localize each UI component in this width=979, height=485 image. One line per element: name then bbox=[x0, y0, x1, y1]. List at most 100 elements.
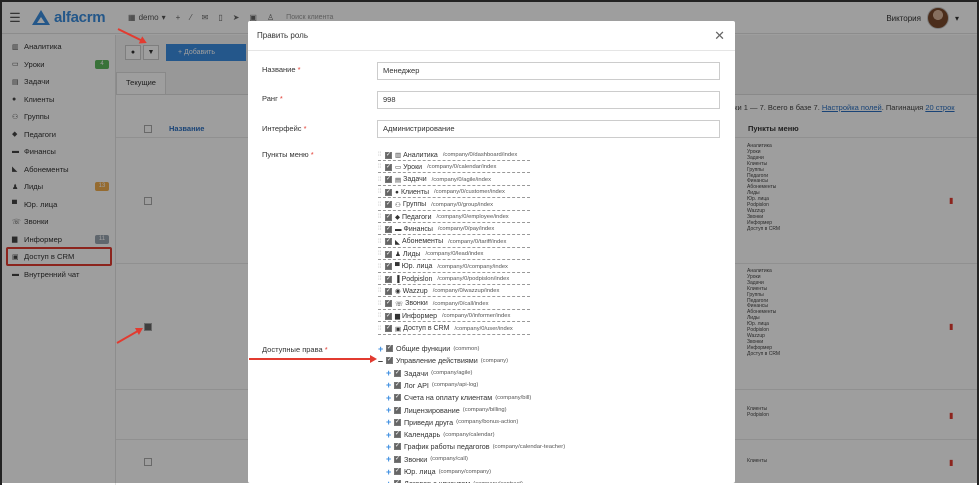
expand-icon[interactable]: + bbox=[386, 454, 394, 464]
menu-items-label: Пункты меню * bbox=[262, 150, 314, 159]
rights-tree-item[interactable]: + График работы педагогов(company/calenda… bbox=[386, 441, 565, 452]
drag-handle-icon[interactable]: ⁞⁞ bbox=[378, 326, 385, 332]
checkbox-checked[interactable] bbox=[385, 151, 392, 159]
drag-handle-icon[interactable]: ⁞⁞ bbox=[378, 239, 385, 245]
rights-tree-item[interactable]: + Лог API(company/api-log) bbox=[386, 380, 478, 391]
menu-item-row[interactable]: ⁞⁞ ▤Задачи/company/0/agile/index bbox=[378, 175, 530, 186]
close-icon[interactable]: ✕ bbox=[714, 28, 725, 44]
menu-item-row[interactable]: ⁞⁞ ◣Абонементы/company/0/tariff/index bbox=[378, 237, 530, 248]
menu-item-row[interactable]: ⁞⁞ ▆Информер/company/0/informer/index bbox=[378, 311, 530, 323]
checkbox-checked[interactable] bbox=[394, 467, 401, 475]
menu-item-path: /company/0/company/index bbox=[437, 263, 508, 270]
interface-label: Интерфейс * bbox=[262, 124, 307, 133]
checkbox-checked[interactable] bbox=[385, 275, 392, 283]
menu-item-label: Клиенты bbox=[400, 188, 430, 196]
rights-tree-item[interactable]: + Календарь(company/calendar) bbox=[386, 429, 495, 440]
checkbox-checked[interactable] bbox=[385, 287, 392, 295]
expand-icon[interactable]: + bbox=[386, 467, 394, 477]
rights-tree-item[interactable]: + Договор с клиентом(company/contract) bbox=[386, 478, 523, 483]
drag-handle-icon[interactable]: ⁞⁞ bbox=[378, 177, 385, 183]
checkbox-checked[interactable] bbox=[386, 356, 393, 365]
checkbox-checked[interactable] bbox=[394, 381, 401, 389]
menu-item-label: Аналитика bbox=[403, 151, 438, 159]
drag-handle-icon[interactable]: ⁞⁞ bbox=[378, 288, 385, 294]
checkbox-checked[interactable] bbox=[394, 393, 401, 402]
expand-icon[interactable]: + bbox=[386, 430, 394, 440]
menu-item-row[interactable]: ⁞⁞ ●Клиенты/company/0/customer/index bbox=[378, 187, 530, 199]
checkbox-checked[interactable] bbox=[394, 418, 401, 426]
drag-handle-icon[interactable]: ⁞⁞ bbox=[378, 164, 385, 170]
menu-item-row[interactable]: ⁞⁞ ▣Доступ в CRM/company/0/user/index bbox=[378, 324, 530, 335]
checkbox-checked[interactable] bbox=[385, 163, 392, 171]
modal-title: Править роль bbox=[257, 31, 308, 40]
menu-item-row[interactable]: ⁞⁞ ☏Звонки/company/0/call/index bbox=[378, 299, 530, 310]
menu-item-row[interactable]: ⁞⁞ ◆Педагоги/company/0/employee/index bbox=[378, 212, 530, 223]
right-system-name: (company/bonus-action) bbox=[456, 419, 519, 426]
menu-item-row[interactable]: ⁞⁞ ♟Лиды/company/0/lead/index bbox=[378, 249, 530, 261]
menu-item-path: /company/0/tariff/index bbox=[448, 238, 507, 245]
expand-icon[interactable]: + bbox=[386, 405, 394, 415]
checkbox-checked[interactable] bbox=[394, 479, 401, 483]
interface-select[interactable]: Администрирование bbox=[377, 120, 720, 138]
menu-item-path: /company/0/dashboard/index bbox=[442, 152, 518, 158]
checkbox-checked[interactable] bbox=[394, 442, 401, 451]
rights-tree-item[interactable]: + Лицензирование(company/billing) bbox=[386, 405, 507, 416]
checkbox-checked[interactable] bbox=[394, 430, 401, 439]
drag-handle-icon[interactable]: ⁞⁞ bbox=[378, 226, 385, 232]
checkbox-checked[interactable] bbox=[385, 250, 392, 258]
menu-item-row[interactable]: ⁞⁞ ◉Wazzup/company/0/wazzup/index bbox=[378, 286, 530, 298]
checkbox-checked[interactable] bbox=[385, 262, 392, 271]
rights-tree-item[interactable]: + Приведи друга(company/bonus-action) bbox=[386, 417, 518, 428]
rights-tree-item[interactable]: –Управление действиями(company) bbox=[378, 355, 508, 366]
menu-item-row[interactable]: ⁞⁞ ▥Аналитика/company/0/dashboard/index bbox=[378, 150, 530, 161]
collapse-icon[interactable]: – bbox=[378, 356, 386, 366]
checkbox-checked[interactable] bbox=[385, 299, 392, 308]
checkbox-checked[interactable] bbox=[385, 213, 392, 221]
label-text: Название bbox=[262, 65, 296, 74]
group-icon: ⚇ bbox=[395, 201, 401, 209]
drag-handle-icon[interactable]: ⁞⁞ bbox=[378, 276, 385, 282]
menu-item-path: /company/0/calendar/index bbox=[427, 164, 497, 171]
rights-tree-item[interactable]: + Юр. лица(company/company) bbox=[386, 466, 491, 477]
expand-icon[interactable]: + bbox=[386, 368, 394, 378]
drag-handle-icon[interactable]: ⁞⁞ bbox=[378, 202, 385, 208]
rights-tree-item[interactable]: + Общие функции(common) bbox=[378, 343, 479, 354]
right-system-name: (company/api-log) bbox=[431, 382, 479, 389]
menu-item-row[interactable]: ⁞⁞ ⚇Группы/company/0/group/index bbox=[378, 200, 530, 211]
drag-handle-icon[interactable]: ⁞⁞ bbox=[378, 251, 385, 257]
checkbox-checked[interactable] bbox=[394, 369, 401, 377]
drag-handle-icon[interactable]: ⁞⁞ bbox=[378, 214, 385, 220]
checkbox-checked[interactable] bbox=[385, 188, 392, 196]
checkbox-checked[interactable] bbox=[386, 344, 393, 352]
checkbox-checked[interactable] bbox=[385, 225, 392, 233]
checkbox-checked[interactable] bbox=[385, 237, 392, 246]
expand-icon[interactable]: + bbox=[386, 442, 394, 452]
checkbox-checked[interactable] bbox=[394, 406, 401, 414]
drag-handle-icon[interactable]: ⁞⁞ bbox=[378, 189, 385, 195]
rights-tree-item[interactable]: + Задачи(company/agile) bbox=[386, 368, 472, 379]
menu-item-row[interactable]: ⁞⁞ ▭Уроки/company/0/calendar/index bbox=[378, 162, 530, 174]
checkbox-checked[interactable] bbox=[385, 200, 392, 209]
right-system-name: (company/billing) bbox=[462, 407, 507, 413]
rights-tree-item[interactable]: + Звонки(company/call) bbox=[386, 454, 468, 465]
drag-handle-icon[interactable]: ⁞⁞ bbox=[378, 313, 385, 319]
expand-icon[interactable]: + bbox=[386, 479, 394, 483]
rank-input[interactable]: 998 bbox=[377, 91, 720, 109]
checkbox-checked[interactable] bbox=[385, 324, 392, 333]
drag-handle-icon[interactable]: ⁞⁞ bbox=[378, 152, 385, 158]
checkbox-checked[interactable] bbox=[385, 312, 392, 320]
expand-icon[interactable]: + bbox=[386, 393, 394, 403]
expand-icon[interactable]: + bbox=[386, 380, 394, 390]
expand-icon[interactable]: + bbox=[386, 417, 394, 427]
menu-item-row[interactable]: ⁞⁞ ▀Юр. лица/company/0/company/index bbox=[378, 262, 530, 273]
rights-tree-item[interactable]: + Счета на оплату клиентам(company/bill) bbox=[386, 392, 531, 403]
drag-handle-icon[interactable]: ⁞⁞ bbox=[378, 264, 385, 270]
expand-icon[interactable]: + bbox=[378, 344, 386, 354]
name-input[interactable]: Менеджер bbox=[377, 62, 720, 80]
checkbox-checked[interactable] bbox=[394, 455, 401, 463]
drag-handle-icon[interactable]: ⁞⁞ bbox=[378, 301, 385, 307]
menu-item-row[interactable]: ⁞⁞ ▐Podpislon/company/0/podpislon/index bbox=[378, 274, 530, 285]
checkbox-checked[interactable] bbox=[385, 175, 392, 184]
menu-item-row[interactable]: ⁞⁞ ▬Финансы/company/0/pay/index bbox=[378, 224, 530, 236]
right-label: Лог API bbox=[404, 380, 429, 390]
